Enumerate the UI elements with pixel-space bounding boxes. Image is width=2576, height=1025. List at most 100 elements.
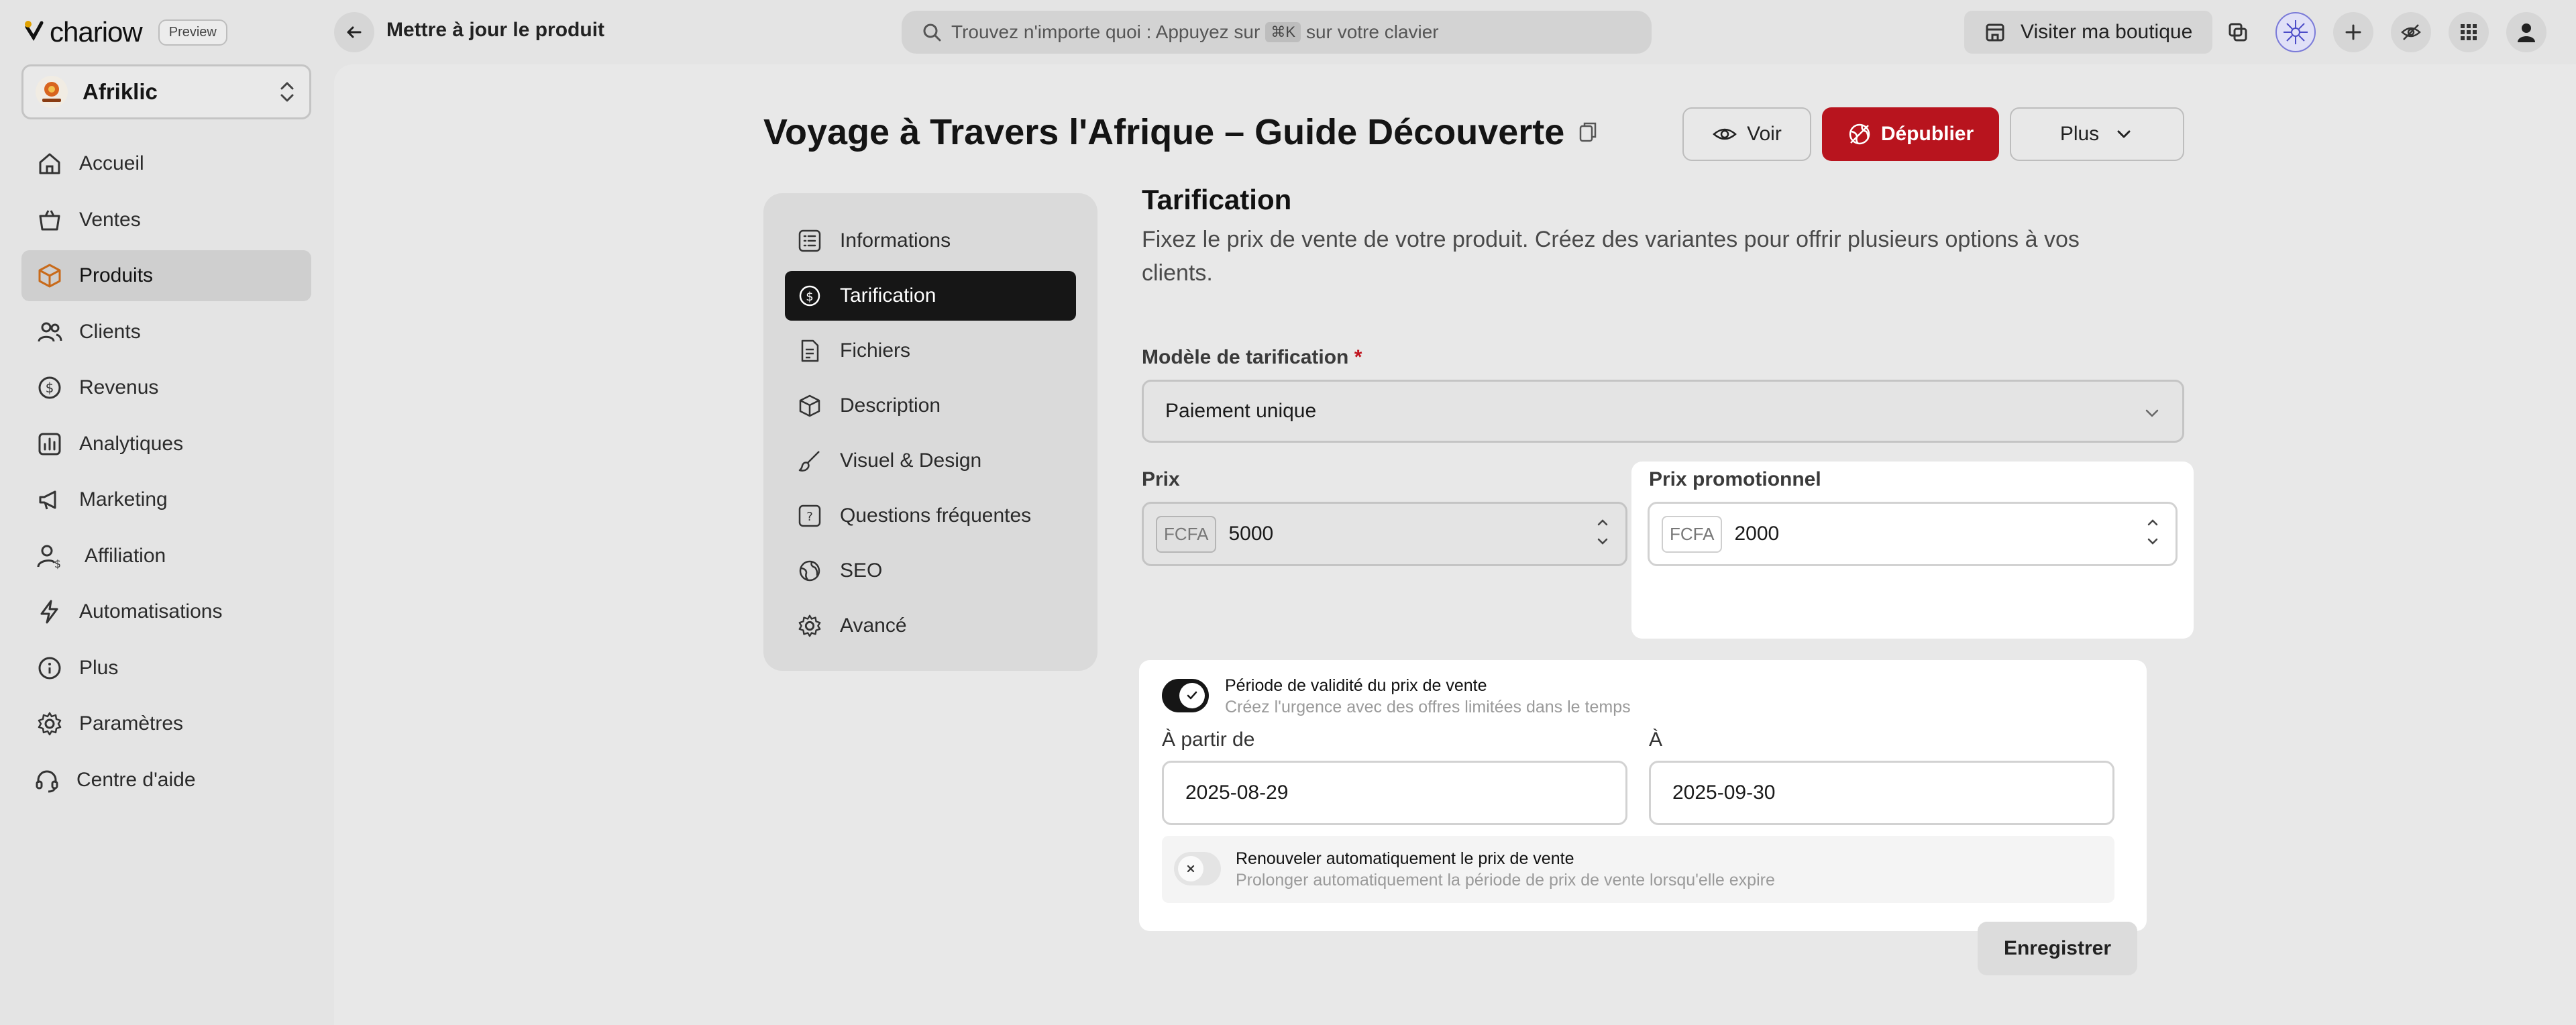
main-panel: Voyage à Travers l'Afrique – Guide Décou…	[334, 64, 2576, 1025]
eye-off-icon	[2401, 24, 2421, 40]
chevron-down-icon[interactable]	[1595, 536, 1611, 548]
sidebar-item-label: Clients	[79, 320, 141, 343]
sidebar-item-parametres[interactable]: Paramètres	[21, 698, 311, 749]
tab-label: Informations	[840, 229, 951, 252]
price-input[interactable]: FCFA 5000	[1142, 502, 1627, 566]
tab-fichiers[interactable]: Fichiers	[785, 326, 1076, 376]
visit-store-button[interactable]: Visiter ma boutique	[1964, 11, 2212, 54]
sidebar-item-automatisations[interactable]: Automatisations	[21, 586, 311, 637]
svg-text:$: $	[46, 380, 54, 396]
store-selector[interactable]: Afriklic	[21, 64, 311, 119]
users-icon	[38, 322, 62, 341]
svg-text:$: $	[806, 290, 813, 304]
sidebar-item-revenus[interactable]: $ Revenus	[21, 362, 311, 413]
save-button[interactable]: Enregistrer	[1978, 922, 2137, 975]
plus-icon	[2345, 24, 2361, 40]
sidebar-item-clients[interactable]: Clients	[21, 307, 311, 358]
view-button[interactable]: Voir	[1682, 107, 1811, 161]
price-stepper[interactable]	[1595, 516, 1611, 548]
storefront-icon	[1986, 23, 2004, 42]
sidebar-item-accueil[interactable]: Accueil	[21, 138, 311, 189]
home-icon	[39, 153, 60, 174]
search-input[interactable]: Trouvez n'importe quoi : Appuyez sur ⌘K …	[902, 11, 1652, 54]
sidebar-item-label: Plus	[79, 656, 119, 679]
store-logo-icon	[42, 82, 61, 102]
sidebar-item-produits[interactable]: Produits	[21, 250, 311, 301]
x-icon	[1187, 865, 1195, 873]
chariow-logo-icon	[25, 21, 44, 41]
preview-badge: Preview	[158, 19, 227, 46]
tab-label: Avancé	[840, 614, 907, 637]
question-icon: ?	[798, 504, 821, 527]
sidebar: chariow Preview Afriklic Accueil Ventes …	[0, 0, 334, 1025]
globe-icon	[799, 560, 820, 582]
file-icon	[801, 339, 819, 362]
add-button[interactable]	[2333, 12, 2373, 52]
copy-top-button[interactable]	[2218, 12, 2258, 52]
chevron-down-icon[interactable]	[2145, 536, 2161, 548]
sidebar-item-centre-aide[interactable]: Centre d'aide	[21, 755, 311, 806]
price-label: Prix	[1142, 468, 1180, 490]
tab-informations[interactable]: Informations	[785, 216, 1076, 266]
tab-avance[interactable]: Avancé	[785, 601, 1076, 651]
tab-visuel-design[interactable]: Visuel & Design	[785, 436, 1076, 486]
search-icon	[923, 23, 941, 42]
sale-validity-card: Période de validité du prix de vente Cré…	[1139, 660, 2147, 931]
validity-title: Période de validité du prix de vente	[1225, 676, 1487, 695]
bar-chart-icon	[38, 433, 61, 455]
tab-label: Fichiers	[840, 339, 911, 362]
pricing-model-select[interactable]: Paiement unique	[1142, 380, 2184, 443]
section-description: Fixez le prix de vente de votre produit.…	[1142, 227, 2080, 286]
chevron-up-down-icon	[280, 82, 294, 102]
to-date-input[interactable]: 2025-09-30	[1649, 761, 2114, 825]
apps-grid-button[interactable]	[2449, 12, 2489, 52]
brand-logo[interactable]: chariow Preview	[21, 15, 227, 50]
toggle-knob	[1179, 683, 1205, 708]
hide-button[interactable]	[2391, 12, 2431, 52]
tab-label: Tarification	[840, 284, 936, 307]
validity-toggle[interactable]	[1162, 679, 1209, 712]
chevron-up-icon[interactable]	[1595, 516, 1611, 528]
sidebar-item-analytiques[interactable]: Analytiques	[21, 419, 311, 470]
account-button[interactable]	[2506, 12, 2546, 52]
unpublish-button[interactable]: Dépublier	[1822, 107, 1999, 161]
sidebar-item-label: Analytiques	[79, 432, 184, 455]
auto-renew-row: Renouveler automatiquement le prix de ve…	[1162, 836, 2114, 903]
promo-price-stepper[interactable]	[2145, 516, 2161, 548]
sidebar-item-label: Centre d'aide	[76, 768, 196, 791]
required-mark: *	[1354, 346, 1362, 368]
tab-seo[interactable]: SEO	[785, 546, 1076, 596]
sparkle-icon	[2284, 20, 2308, 44]
tab-tarification[interactable]: $ Tarification	[785, 271, 1076, 321]
sidebar-item-plus[interactable]: Plus	[21, 643, 311, 694]
sidebar-item-label: Affiliation	[85, 544, 166, 567]
currency-badge: FCFA	[1156, 515, 1217, 553]
plus-circle-icon	[38, 657, 61, 679]
apps-star-button[interactable]	[2275, 12, 2316, 52]
chevron-up-icon[interactable]	[2145, 516, 2161, 528]
price-value: 5000	[1228, 523, 1274, 545]
tab-label: SEO	[840, 559, 883, 582]
copy-icon[interactable]	[1578, 121, 1598, 144]
promo-price-card: Prix promotionnel FCFA 2000	[1631, 462, 2194, 639]
sidebar-item-label: Automatisations	[79, 600, 223, 623]
currency-badge: FCFA	[1662, 515, 1723, 553]
auto-renew-toggle[interactable]	[1174, 852, 1221, 885]
from-date-input[interactable]: 2025-08-29	[1162, 761, 1627, 825]
tab-questions-frequentes[interactable]: ? Questions fréquentes	[785, 491, 1076, 541]
sidebar-item-marketing[interactable]: Marketing	[21, 474, 311, 525]
arrow-left-icon	[347, 26, 362, 38]
sidebar-item-affiliation[interactable]: $ Affiliation	[21, 531, 311, 582]
validity-subtitle: Créez l'urgence avec des offres limitées…	[1225, 698, 1631, 716]
chevron-down-icon	[2145, 409, 2159, 417]
tab-description[interactable]: Description	[785, 381, 1076, 431]
megaphone-icon	[39, 490, 56, 510]
brush-icon	[798, 451, 820, 472]
tab-label: Description	[840, 394, 941, 417]
sidebar-item-ventes[interactable]: Ventes	[21, 195, 311, 246]
promo-price-input[interactable]: FCFA 2000	[1648, 502, 2178, 566]
product-title: Voyage à Travers l'Afrique – Guide Décou…	[763, 111, 1598, 153]
back-button[interactable]	[334, 12, 374, 52]
more-button[interactable]: Plus	[2010, 107, 2184, 161]
dollar-circle-icon: $	[799, 285, 820, 307]
